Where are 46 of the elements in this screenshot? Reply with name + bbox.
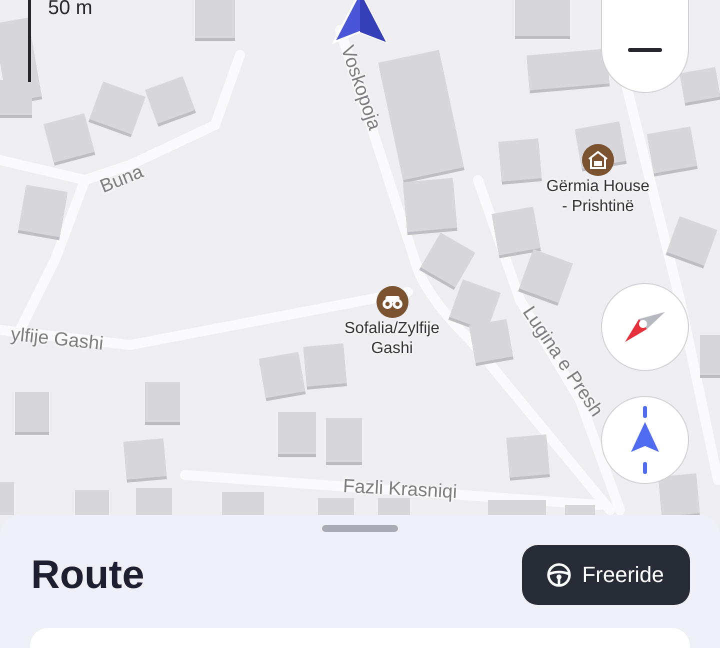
building xyxy=(145,76,196,127)
zoom-out-button[interactable] xyxy=(601,0,689,93)
building xyxy=(518,249,573,306)
building xyxy=(515,0,570,39)
building xyxy=(666,216,718,269)
building xyxy=(700,335,720,378)
drag-handle[interactable] xyxy=(322,525,398,532)
building xyxy=(0,482,14,515)
building xyxy=(303,343,347,390)
building xyxy=(75,490,109,515)
scale-label: 50 m xyxy=(48,0,92,19)
building xyxy=(18,184,68,240)
navigation-arrow-icon xyxy=(630,406,660,474)
building xyxy=(44,113,96,166)
building xyxy=(506,434,550,481)
street-label: Fazli Krasniqi xyxy=(342,476,458,503)
building xyxy=(15,392,49,435)
building xyxy=(488,500,546,515)
building xyxy=(145,382,180,425)
position-arrow-icon xyxy=(332,0,388,44)
building xyxy=(278,412,316,457)
building xyxy=(326,418,362,465)
building xyxy=(258,352,306,402)
freeride-button[interactable]: Freeride xyxy=(522,545,690,605)
binoculars-icon xyxy=(375,285,409,319)
building xyxy=(318,498,354,515)
building xyxy=(498,138,542,185)
minus-icon xyxy=(628,48,662,52)
building xyxy=(469,319,514,366)
building xyxy=(680,67,720,106)
house-icon xyxy=(581,143,615,177)
building xyxy=(195,0,235,41)
street-label: ylfije Gashi xyxy=(10,324,104,355)
building xyxy=(646,126,698,176)
poi-label: Gërmia House - Prishtinë xyxy=(545,177,651,217)
street-label: Buna xyxy=(97,162,146,198)
building xyxy=(123,438,167,483)
building xyxy=(88,82,146,138)
poi-label: Sofalia/Zylfije Gashi xyxy=(343,319,441,359)
building xyxy=(136,488,172,515)
building xyxy=(222,492,264,515)
building xyxy=(565,505,595,515)
building xyxy=(419,232,476,290)
sheet-title: Route xyxy=(31,552,144,598)
building xyxy=(492,206,541,258)
steering-wheel-icon xyxy=(546,562,572,588)
